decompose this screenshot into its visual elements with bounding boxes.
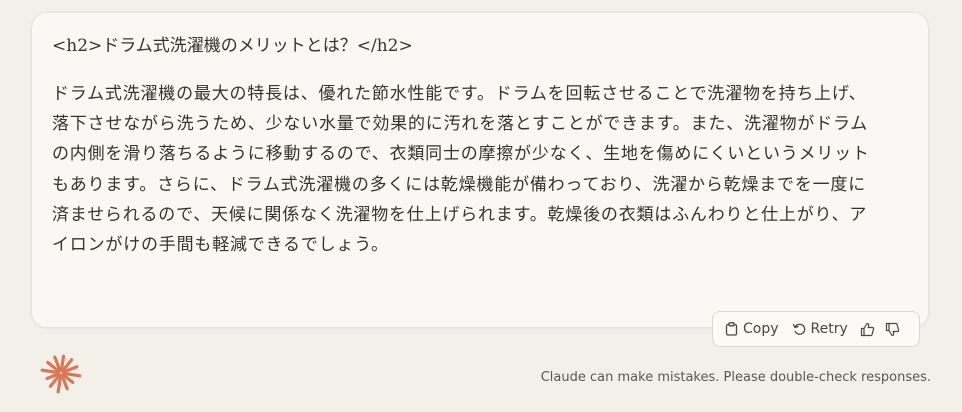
disclaimer-text: Claude can make mistakes. Please double-… bbox=[540, 370, 931, 385]
retry-button[interactable]: Retry bbox=[792, 321, 848, 337]
copy-button[interactable]: Copy bbox=[725, 321, 779, 337]
retry-label: Retry bbox=[810, 321, 848, 337]
message-body: ドラム式洗濯機の最大の特長は、優れた節水性能です。ドラムを回転させることで洗濯物… bbox=[52, 84, 870, 256]
copy-label: Copy bbox=[743, 321, 779, 337]
claude-starburst-icon bbox=[40, 352, 82, 394]
thumbs-up-icon bbox=[860, 322, 875, 337]
assistant-message-card: <h2>ドラム式洗濯機のメリットとは？</h2> ドラム式洗濯機の最大の特長は、… bbox=[31, 12, 929, 328]
message-action-bar: Copy Retry bbox=[712, 311, 920, 347]
thumbs-down-icon bbox=[885, 322, 900, 337]
clipboard-icon bbox=[725, 322, 738, 336]
thumbs-down-button[interactable] bbox=[885, 322, 900, 337]
thumbs-up-button[interactable] bbox=[860, 322, 875, 337]
message-heading: <h2>ドラム式洗濯機のメリットとは？</h2> bbox=[52, 36, 413, 56]
retry-arrow-icon bbox=[792, 322, 806, 336]
